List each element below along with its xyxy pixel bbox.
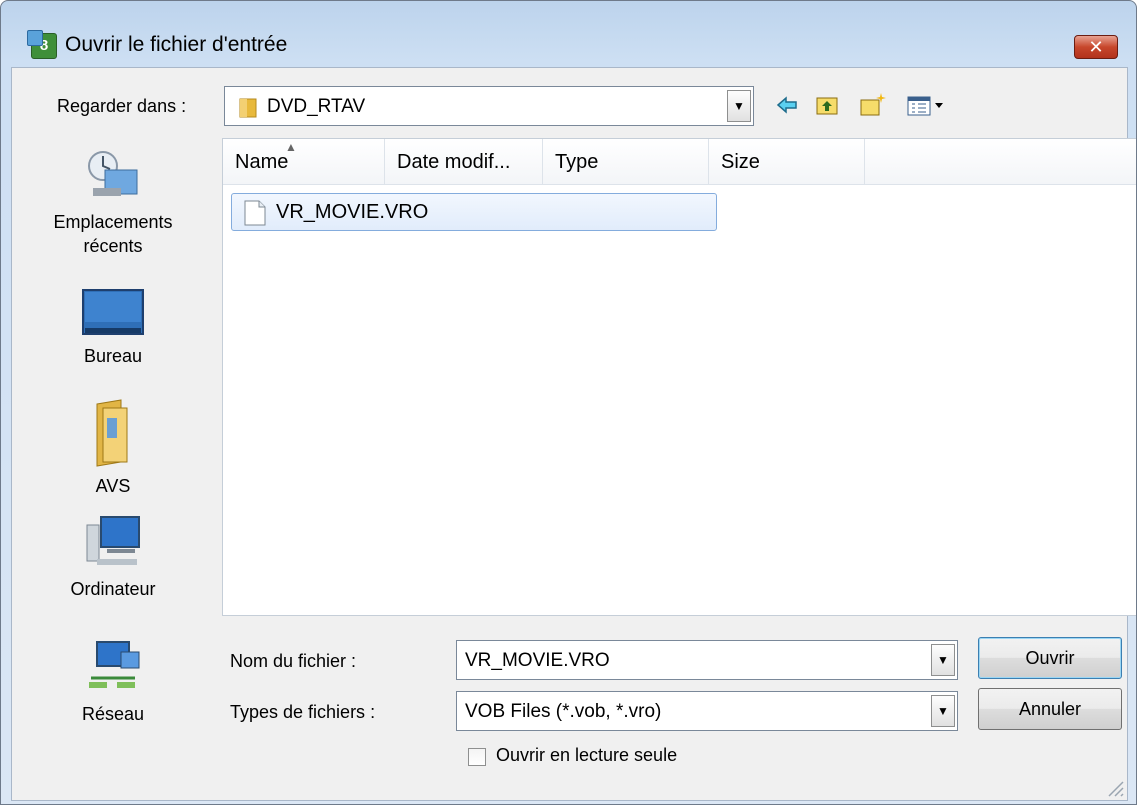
title-bar[interactable]: 8 Ouvrir le fichier d'entrée ✕ bbox=[1, 1, 1136, 67]
place-label-line2: récents bbox=[83, 236, 143, 256]
file-name-combo[interactable]: VR_MOVIE.VRO ▼ bbox=[456, 640, 958, 680]
place-computer[interactable]: Ordinateur bbox=[18, 513, 208, 601]
up-folder-glyph bbox=[816, 97, 838, 115]
back-arrow-icon[interactable] bbox=[772, 90, 802, 120]
file-row-selected[interactable]: VR_MOVIE.VRO bbox=[231, 193, 717, 231]
file-type-label: Types de fichiers : bbox=[230, 702, 376, 722]
app-icon: 8 bbox=[27, 30, 57, 59]
folder-icon bbox=[239, 98, 257, 118]
view-menu-icon[interactable] bbox=[905, 90, 949, 120]
up-folder-icon[interactable] bbox=[812, 90, 842, 120]
column-header-label: Size bbox=[721, 151, 760, 173]
column-header-label: Name bbox=[235, 151, 289, 173]
file-type-combo[interactable]: VOB Files (*.vob, *.vro) ▼ bbox=[456, 691, 958, 731]
file-list[interactable]: ▲ Name Date modif... Type Size VR_MOVIE.… bbox=[222, 138, 1136, 616]
look-in-value: DVD_RTAV bbox=[267, 96, 366, 117]
file-icon bbox=[244, 200, 266, 226]
close-button[interactable]: ✕ bbox=[1074, 35, 1118, 59]
read-only-checkbox[interactable] bbox=[468, 748, 486, 766]
places-bar: Emplacements récents Bureau AVS Ordinate… bbox=[18, 138, 208, 798]
place-network[interactable]: Réseau bbox=[18, 638, 208, 726]
chevron-down-icon[interactable]: ▼ bbox=[931, 644, 955, 676]
column-header-type[interactable]: Type bbox=[543, 139, 709, 185]
dialog-body: Regarder dans : DVD_RTAV ▼ Emplacements … bbox=[11, 67, 1136, 801]
new-folder-glyph bbox=[860, 93, 886, 116]
place-avs[interactable]: AVS bbox=[18, 398, 208, 498]
column-header-date[interactable]: Date modif... bbox=[385, 139, 543, 185]
look-in-combo[interactable]: DVD_RTAV ▼ bbox=[224, 86, 754, 126]
window-title: Ouvrir le fichier d'entrée bbox=[65, 33, 288, 56]
place-recent[interactable]: Emplacements récents bbox=[18, 144, 208, 258]
network-icon bbox=[89, 641, 140, 688]
file-type-value: VOB Files (*.vob, *.vro) bbox=[465, 701, 662, 722]
column-header-name[interactable]: ▲ Name bbox=[223, 139, 385, 185]
chevron-down-icon[interactable]: ▼ bbox=[931, 695, 955, 727]
resize-grip-icon[interactable] bbox=[1105, 778, 1125, 798]
back-arrow-glyph bbox=[776, 96, 797, 114]
chevron-down-icon[interactable]: ▼ bbox=[727, 90, 751, 122]
computer-icon bbox=[86, 516, 140, 565]
place-label: Ordinateur bbox=[70, 579, 156, 599]
desktop-icon bbox=[82, 289, 144, 335]
new-folder-icon[interactable] bbox=[857, 90, 887, 120]
file-name: VR_MOVIE.VRO bbox=[276, 201, 429, 223]
file-name-label: Nom du fichier : bbox=[230, 651, 357, 671]
place-desktop[interactable]: Bureau bbox=[18, 288, 208, 368]
open-button[interactable]: Ouvrir bbox=[978, 637, 1122, 679]
read-only-label[interactable]: Ouvrir en lecture seule bbox=[496, 745, 677, 766]
open-file-dialog: 8 Ouvrir le fichier d'entrée ✕ Regarder … bbox=[0, 0, 1137, 805]
cancel-button[interactable]: Annuler bbox=[978, 688, 1122, 730]
column-header-filler bbox=[865, 139, 1136, 185]
place-label: AVS bbox=[95, 476, 131, 496]
file-name-value: VR_MOVIE.VRO bbox=[465, 650, 610, 671]
view-menu-glyph bbox=[907, 96, 943, 116]
place-label: Bureau bbox=[83, 346, 143, 366]
library-folder-icon bbox=[96, 399, 128, 467]
look-in-label: Regarder dans : bbox=[57, 96, 187, 116]
sort-ascending-icon: ▲ bbox=[285, 140, 297, 154]
column-header-label: Type bbox=[555, 151, 599, 173]
column-header-label: Date modif... bbox=[397, 151, 511, 173]
place-label: Emplacements bbox=[53, 212, 173, 232]
place-label: Réseau bbox=[81, 704, 145, 724]
recent-places-icon bbox=[88, 151, 138, 196]
column-header-size[interactable]: Size bbox=[709, 139, 865, 185]
